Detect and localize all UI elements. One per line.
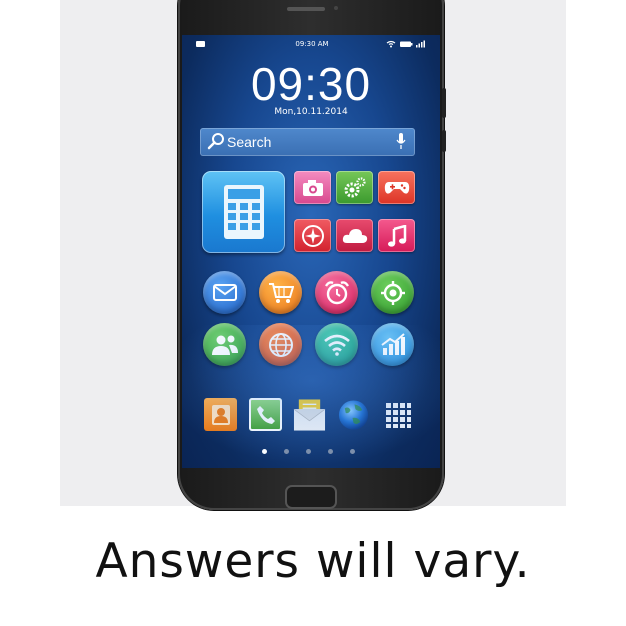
status-bar: 09:30 AM: [182, 39, 440, 53]
chart-icon: [380, 332, 405, 355]
search-label: Search: [227, 134, 272, 150]
page-dot[interactable]: [284, 449, 289, 454]
music-app[interactable]: [378, 219, 415, 252]
contacts-icon: [211, 335, 238, 355]
calculator-icon: [223, 185, 264, 239]
earth-app[interactable]: [337, 398, 370, 431]
shopping-cart-icon: [268, 282, 294, 303]
app-grid-icon: [385, 402, 411, 428]
status-time: 09:30 AM: [295, 40, 329, 48]
search-bar[interactable]: Search: [200, 128, 415, 156]
date: Mon,10.11.2014: [274, 107, 348, 117]
front-camera: [334, 6, 338, 10]
target-icon: [380, 280, 405, 305]
gamepad-icon: [384, 181, 409, 194]
browser-app[interactable]: [259, 323, 302, 366]
status-icons: [386, 40, 426, 50]
microphone-icon[interactable]: [396, 133, 406, 154]
page-dot[interactable]: [306, 449, 311, 454]
mail-app[interactable]: [203, 271, 246, 314]
volume-button: [442, 88, 446, 118]
clock: 09:30: [250, 58, 372, 110]
shopping-app[interactable]: [259, 271, 302, 314]
search-icon: [207, 132, 225, 154]
alarm-app[interactable]: [315, 271, 358, 314]
alarm-clock-icon: [324, 280, 349, 304]
music-icon: [387, 224, 406, 247]
stats-app[interactable]: [371, 323, 414, 366]
wifi-battery-signal-icon: [386, 40, 425, 48]
phone-screen: 09:30 AM 09:30 Mon,10.11.2014 Search: [182, 35, 440, 468]
wifi-icon: [323, 334, 350, 356]
camera-app[interactable]: [294, 171, 331, 204]
games-app[interactable]: [378, 171, 415, 204]
camera-icon: [302, 179, 323, 196]
contacts-book-icon: [211, 404, 230, 425]
compass-app[interactable]: [294, 219, 331, 252]
target-app[interactable]: [371, 271, 414, 314]
mail-icon: [196, 41, 205, 47]
cloud-icon: [342, 228, 367, 243]
contacts-book-app[interactable]: [204, 398, 237, 431]
caption: Answers will vary.: [95, 534, 531, 589]
phone-icon: [256, 405, 275, 424]
page-indicator[interactable]: [182, 449, 440, 457]
globe-icon: [268, 332, 293, 357]
compass-icon: [301, 224, 324, 247]
contacts-app[interactable]: [203, 323, 246, 366]
message-icon: [293, 398, 326, 431]
page-dot[interactable]: [350, 449, 355, 454]
page-dot[interactable]: [328, 449, 333, 454]
wifi-app[interactable]: [315, 323, 358, 366]
power-button: [442, 130, 446, 152]
settings-gears-icon: [344, 176, 366, 197]
message-app[interactable]: [293, 398, 326, 431]
settings-app[interactable]: [336, 171, 373, 204]
mail-icon: [212, 284, 237, 301]
page-dot[interactable]: [262, 449, 267, 454]
home-button[interactable]: [285, 485, 337, 509]
cloud-app[interactable]: [336, 219, 373, 252]
earth-icon: [338, 399, 369, 430]
calculator-app[interactable]: [202, 171, 285, 253]
app-grid-button[interactable]: [381, 398, 414, 431]
phone-app[interactable]: [249, 398, 282, 431]
earpiece-speaker: [287, 7, 325, 11]
